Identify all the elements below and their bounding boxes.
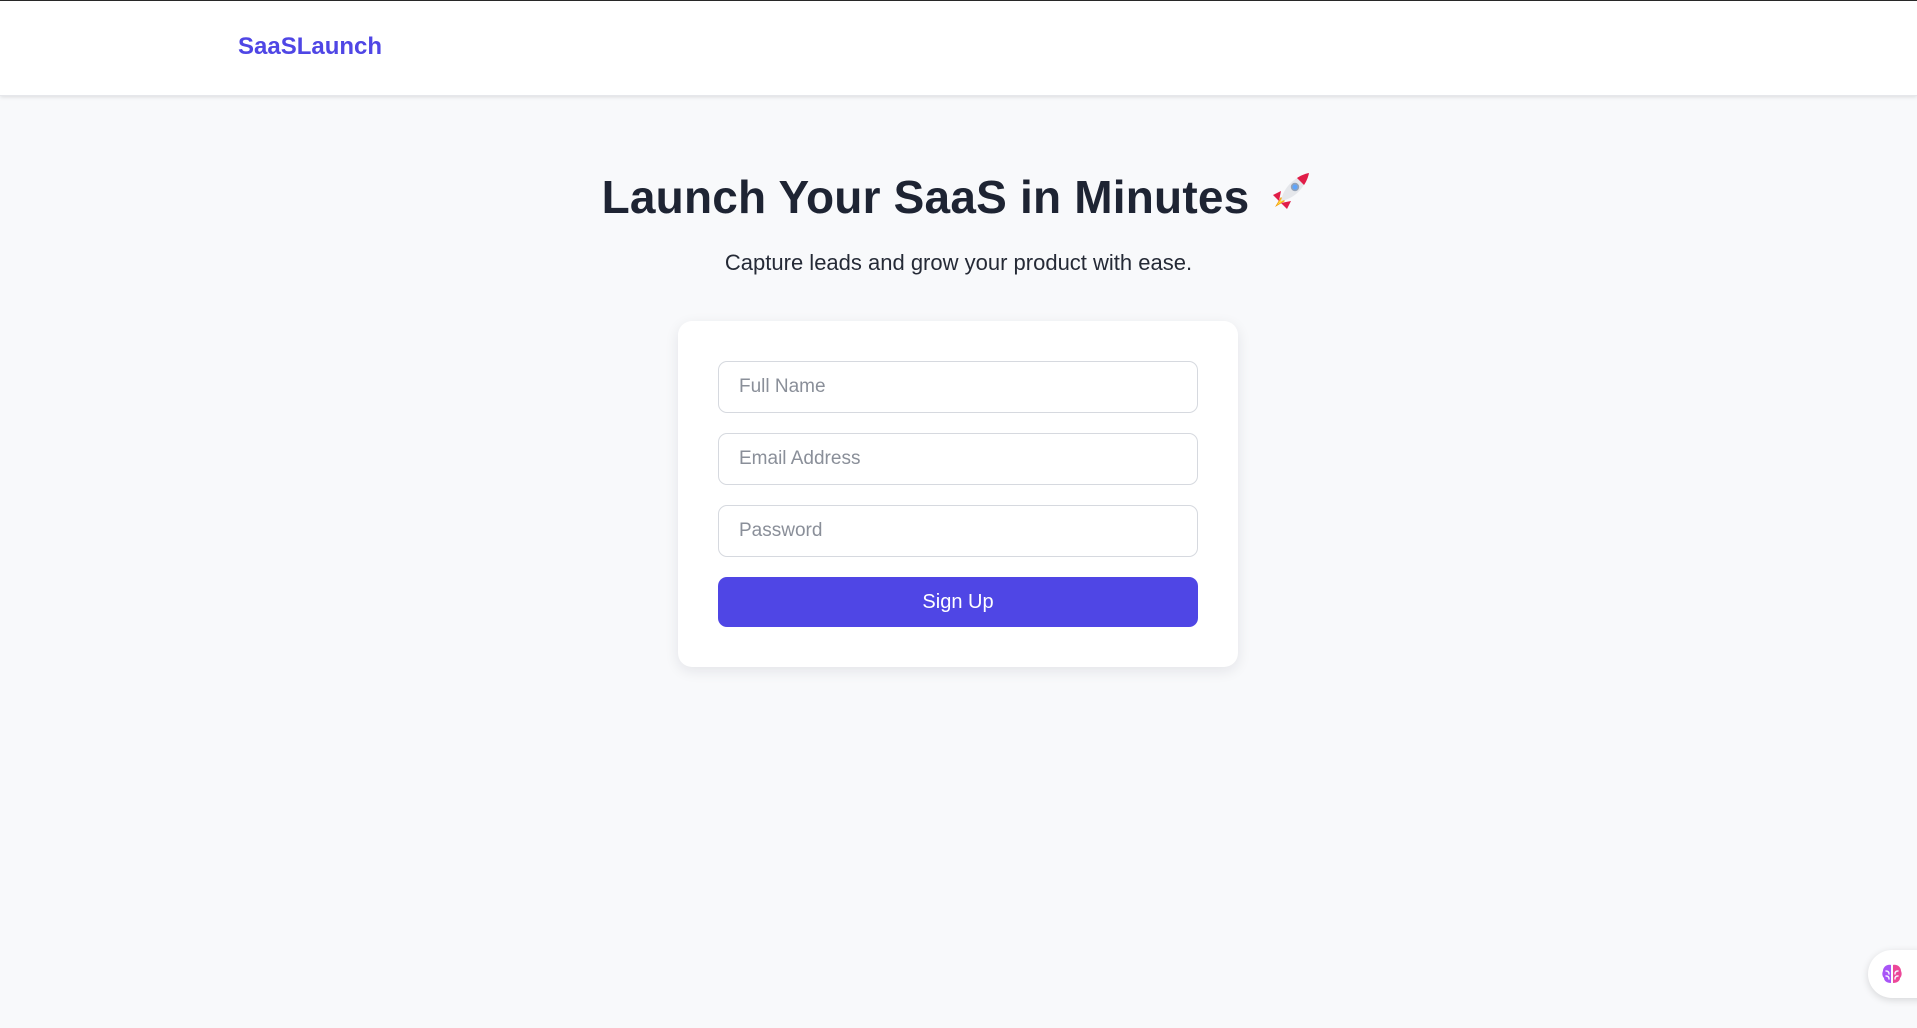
hero-title-container: Launch Your SaaS in Minutes [0,170,1917,230]
page-title: Launch Your SaaS in Minutes [601,171,1250,223]
full-name-input[interactable] [718,361,1198,413]
floating-assistant-button[interactable] [1868,950,1917,998]
password-input[interactable] [718,505,1198,557]
hero-subtitle: Capture leads and grow your product with… [724,250,1193,275]
navbar: SaaSLaunch [0,1,1917,96]
sign-up-button[interactable]: Sign Up [718,577,1198,627]
brain-icon [1882,964,1902,983]
rocket-icon [1267,167,1315,226]
email-input[interactable] [718,433,1198,485]
signup-card: Sign Up [678,321,1238,667]
brand-logo-link[interactable]: SaaSLaunch [238,33,382,61]
